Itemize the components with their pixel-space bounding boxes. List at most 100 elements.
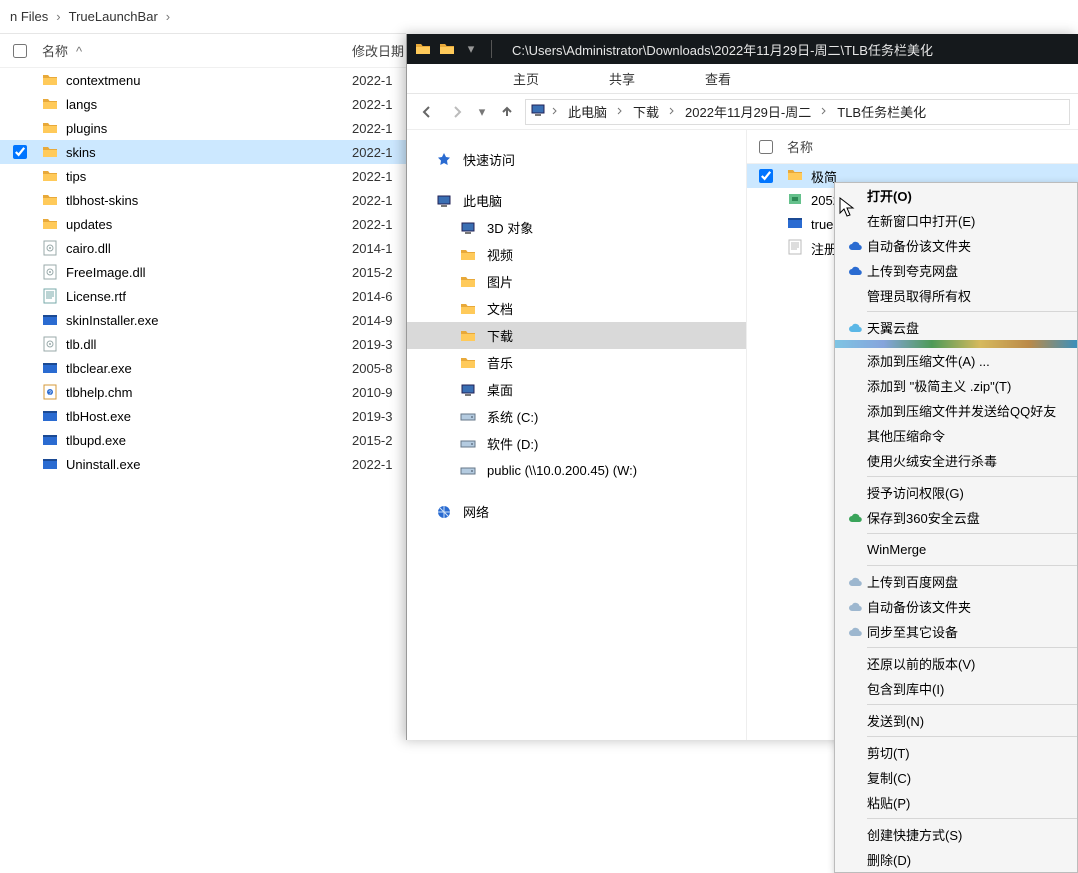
row-checkbox[interactable]	[13, 145, 27, 159]
column-header-name[interactable]: 名称	[42, 44, 68, 59]
file-row[interactable]: langs2022-1	[0, 92, 406, 116]
nav-item[interactable]: public (\\10.0.200.45) (W:)	[407, 457, 746, 484]
nav-network[interactable]: 网络	[407, 498, 746, 525]
breadcrumb-item[interactable]: 下载	[629, 102, 663, 121]
folder-icon	[40, 120, 60, 136]
menu-item-label: 自动备份该文件夹	[867, 597, 1065, 616]
column-header-date[interactable]: 修改日期	[352, 44, 404, 59]
menu-item[interactable]: 自动备份该文件夹	[835, 594, 1077, 619]
file-name: License.rtf	[60, 289, 352, 304]
menu-item[interactable]: 粘贴(P)	[835, 790, 1077, 815]
file-row[interactable]: contextmenu2022-1	[0, 68, 406, 92]
ribbon-tab-view[interactable]: 查看	[699, 65, 737, 92]
video-icon	[459, 247, 477, 263]
column-header-name[interactable]: 名称	[787, 137, 813, 156]
navigation-pane: 快速访问 此电脑 3D 对象视频图片文档下载音乐桌面系统 (C:)软件 (D:)…	[407, 130, 747, 740]
breadcrumb-item[interactable]: TLB任务栏美化	[833, 102, 930, 121]
history-dropdown[interactable]: ▾	[475, 100, 489, 124]
menu-item[interactable]: 添加到 "极简主义 .zip"(T)	[835, 373, 1077, 398]
file-row[interactable]: tlbhost-skins2022-1	[0, 188, 406, 212]
chm-icon	[40, 384, 60, 400]
nav-item[interactable]: 下载	[407, 322, 746, 349]
file-row[interactable]: tlb.dll2019-3	[0, 332, 406, 356]
menu-item[interactable]: 复制(C)	[835, 765, 1077, 790]
select-all-checkbox[interactable]	[13, 44, 27, 58]
menu-item[interactable]: 其他压缩命令	[835, 423, 1077, 448]
menu-item-label: 管理员取得所有权	[867, 286, 1065, 305]
file-row[interactable]: FreeImage.dll2015-2	[0, 260, 406, 284]
title-bar[interactable]: ▾ C:\Users\Administrator\Downloads\2022年…	[407, 34, 1078, 64]
menu-item-label: 天翼云盘	[867, 318, 1065, 337]
menu-item[interactable]: 授予访问权限(G)	[835, 480, 1077, 505]
menu-item[interactable]: 管理员取得所有权	[835, 283, 1077, 308]
menu-item[interactable]: 保存到360安全云盘	[835, 505, 1077, 530]
file-row[interactable]: License.rtf2014-6	[0, 284, 406, 308]
nav-item[interactable]: 软件 (D:)	[407, 430, 746, 457]
menu-item[interactable]: 剪切(T)	[835, 740, 1077, 765]
address-bar[interactable]: 此电脑 下载 2022年11月29日-周二 TLB任务栏美化	[525, 99, 1070, 125]
file-row[interactable]: Uninstall.exe2022-1	[0, 452, 406, 476]
menu-item[interactable]: 天翼云盘	[835, 315, 1077, 340]
menu-item[interactable]: 打开(O)	[835, 183, 1077, 208]
file-name: truel	[807, 217, 836, 232]
file-row[interactable]: tlbupd.exe2015-2	[0, 428, 406, 452]
nav-item[interactable]: 3D 对象	[407, 214, 746, 241]
content-column-header[interactable]: 名称	[747, 130, 1078, 164]
forward-button[interactable]	[445, 100, 469, 124]
cloud-faint-icon	[843, 574, 867, 590]
menu-item[interactable]: 创建快捷方式(S)	[835, 822, 1077, 847]
menu-item[interactable]: 自动备份该文件夹	[835, 233, 1077, 258]
menu-item[interactable]: 添加到压缩文件并发送给QQ好友	[835, 398, 1077, 423]
file-row[interactable]: plugins2022-1	[0, 116, 406, 140]
up-button[interactable]	[495, 100, 519, 124]
file-name: tlbHost.exe	[60, 409, 352, 424]
nav-label: 文档	[487, 299, 513, 318]
nav-item[interactable]: 音乐	[407, 349, 746, 376]
breadcrumb-item[interactable]: 此电脑	[564, 102, 611, 121]
file-row[interactable]: tips2022-1	[0, 164, 406, 188]
menu-item[interactable]: 同步至其它设备	[835, 619, 1077, 644]
nav-item[interactable]: 系统 (C:)	[407, 403, 746, 430]
file-row[interactable]: cairo.dll2014-1	[0, 236, 406, 260]
dropdown-icon[interactable]: ▾	[463, 41, 479, 57]
nav-item[interactable]: 文档	[407, 295, 746, 322]
left-breadcrumb[interactable]: n Files › TrueLaunchBar ›	[0, 0, 406, 34]
menu-item[interactable]: 在新窗口中打开(E)	[835, 208, 1077, 233]
ribbon-tab-share[interactable]: 共享	[603, 65, 641, 92]
menu-item[interactable]: 发送到(N)	[835, 708, 1077, 733]
menu-separator	[867, 818, 1077, 819]
menu-item[interactable]: 添加到压缩文件(A) ...	[835, 348, 1077, 373]
file-row[interactable]: updates2022-1	[0, 212, 406, 236]
ribbon-tab-home[interactable]: 主页	[507, 65, 545, 92]
back-button[interactable]	[415, 100, 439, 124]
breadcrumb-item[interactable]: n Files	[6, 9, 52, 24]
breadcrumb-item[interactable]: TrueLaunchBar	[65, 9, 162, 24]
file-row[interactable]: tlbclear.exe2005-8	[0, 356, 406, 380]
breadcrumb-item[interactable]: 2022年11月29日-周二	[681, 102, 815, 121]
file-row[interactable]: skins2022-1	[0, 140, 406, 164]
nav-quick-access[interactable]: 快速访问	[407, 146, 746, 173]
nav-label: 视频	[487, 245, 513, 264]
left-column-header[interactable]: 名称^ 修改日期	[0, 34, 406, 68]
row-checkbox[interactable]	[759, 169, 773, 183]
nav-item[interactable]: 视频	[407, 241, 746, 268]
nav-item[interactable]: 图片	[407, 268, 746, 295]
menu-item[interactable]: 上传到百度网盘	[835, 569, 1077, 594]
menu-item[interactable]: 包含到库中(I)	[835, 676, 1077, 701]
menu-item[interactable]: WinMerge	[835, 537, 1077, 562]
context-menu[interactable]: 打开(O)在新窗口中打开(E)自动备份该文件夹上传到夸克网盘管理员取得所有权天翼…	[834, 182, 1078, 873]
nav-item[interactable]: 桌面	[407, 376, 746, 403]
menu-item[interactable]: 上传到夸克网盘	[835, 258, 1077, 283]
menu-item[interactable]: 删除(D)	[835, 847, 1077, 872]
mouse-cursor-icon	[839, 197, 855, 219]
menu-item-label: 创建快捷方式(S)	[867, 825, 1065, 844]
nav-this-pc[interactable]: 此电脑	[407, 187, 746, 214]
menu-item[interactable]: 还原以前的版本(V)	[835, 651, 1077, 676]
select-all-checkbox[interactable]	[759, 140, 773, 154]
file-row[interactable]: skinInstaller.exe2014-9	[0, 308, 406, 332]
menu-item[interactable]: 使用火绒安全进行杀毒	[835, 448, 1077, 473]
file-row[interactable]: tlbHost.exe2019-3	[0, 404, 406, 428]
file-row[interactable]: tlbhelp.chm2010-9	[0, 380, 406, 404]
file-date: 2022-1	[352, 73, 406, 88]
nav-label: 下载	[487, 326, 513, 345]
